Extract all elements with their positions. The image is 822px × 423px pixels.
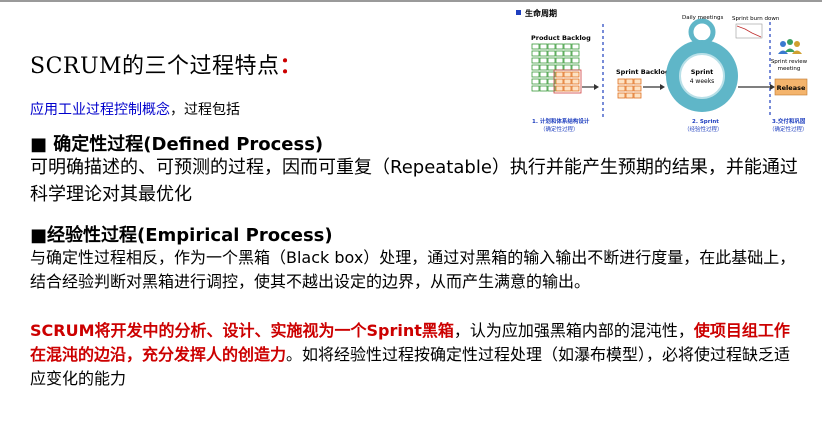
empirical-body: 与确定性过程相反，作为一个黑箱（Black box）处理，通过对黑箱的输入输出不… <box>30 248 796 291</box>
burn-down-chart-icon <box>735 23 763 39</box>
phase-1-subtitle: （确定性过程） <box>540 125 579 133</box>
phase-3-subtitle: （确定性过程） <box>769 125 808 133</box>
scrum-lead: SCRUM <box>30 321 95 340</box>
product-backlog-grid <box>531 43 582 94</box>
review-label-1: Sprint review <box>771 59 808 65</box>
empirical-heading: ■经验性过程(Empirical Process) <box>30 221 333 247</box>
defined-body: 可明确描述的、可预测的过程，因而可重复（Repeatable）执行并能产生预期的… <box>30 157 798 205</box>
title-colon: ： <box>279 53 303 79</box>
sprint-center-label: Sprint <box>691 68 714 76</box>
intro-rest: ，过程包括 <box>170 102 240 118</box>
arrow-head-icon <box>594 84 599 90</box>
product-backlog-label: Product Backlog <box>531 34 591 42</box>
scrum-lifecycle-diagram: 生命周期 Product Backlog Sprint Backlog Dail… <box>516 8 808 133</box>
sprint-backlog-grid <box>617 78 642 99</box>
scrum-paragraph: SCRUM将开发中的分析、设计、实施视为一个Sprint黑箱，认为应加强黑箱内部… <box>30 319 805 391</box>
title-text: SCRUM的三个过程特点 <box>30 54 280 79</box>
sprint-backlog-label: Sprint Backlog <box>616 68 670 76</box>
header-bullet-icon <box>516 10 521 15</box>
defined-heading-en: (Defined Process) <box>143 134 324 155</box>
empirical-heading-en: (Empirical Process) <box>137 225 333 246</box>
sprint-weeks-label: 4 weeks <box>690 78 715 85</box>
daily-meetings-label: Daily meetings <box>682 15 723 21</box>
sprint-burn-down-label: Sprint burn down <box>732 16 780 22</box>
phase-1-title: 1. 计划和体系结构设计 <box>532 117 590 125</box>
square-bullet-icon: ■ <box>30 225 48 246</box>
phase-2-title: 2. Sprint <box>692 119 719 125</box>
review-label-2: meeting <box>778 66 801 72</box>
square-bullet-icon: ■ <box>30 134 48 155</box>
intro-line: 应用工业过程控制概念，过程包括 <box>30 99 240 119</box>
scrum-red-1: 将开发中的分析、设计、实施视为一个Sprint黑箱 <box>94 321 454 340</box>
daily-cycle-icon <box>688 18 716 46</box>
phase-2-subtitle: （经验性过程） <box>684 125 723 133</box>
top-divider <box>0 0 822 2</box>
sprint-cycle-center <box>679 53 725 99</box>
arrow-head-icon <box>660 84 665 90</box>
intro-highlight: 应用工业过程控制概念 <box>30 102 170 118</box>
scrum-mid: ，认为应加强黑箱内部的混沌性， <box>453 321 694 340</box>
people-icon <box>778 39 802 54</box>
slide-title: SCRUM的三个过程特点： <box>30 48 302 80</box>
diagram-header: 生命周期 <box>525 8 557 18</box>
release-label: Release <box>777 84 806 92</box>
defined-heading-cn: 确定性过程 <box>47 134 144 155</box>
defined-heading: ■ 确定性过程(Defined Process) <box>30 130 323 156</box>
arrow-head-icon <box>770 84 775 90</box>
empirical-heading-cn: 经验性过程 <box>47 225 138 246</box>
phase-3-title: 3.交付和巩固 <box>772 117 806 125</box>
